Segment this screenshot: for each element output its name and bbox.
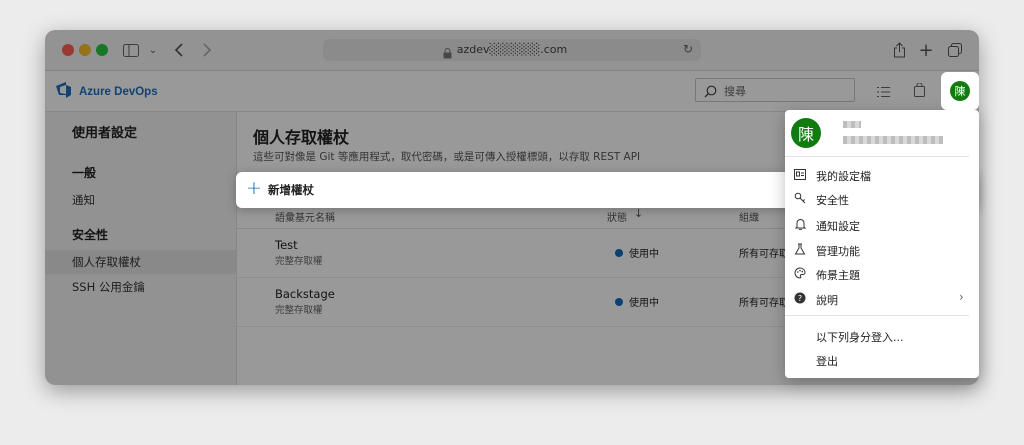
bell-icon — [793, 217, 807, 231]
key-icon — [793, 191, 807, 205]
plus-icon: + — [246, 177, 262, 199]
menu-avatar: 陳 — [791, 118, 821, 148]
menu-divider — [785, 315, 969, 316]
palette-icon — [793, 266, 807, 280]
menu-item-help[interactable]: ? 說明 › — [785, 286, 979, 311]
menu-divider — [785, 156, 969, 157]
chevron-right-icon: › — [959, 290, 964, 304]
menu-item-label: 我的設定檔 — [816, 170, 871, 183]
redacted-user-email — [843, 136, 943, 144]
redacted-user-name — [843, 121, 861, 128]
menu-item-label: 說明 — [816, 294, 838, 307]
menu-item-theme[interactable]: 佈景主題 — [785, 261, 979, 286]
menu-item-profile[interactable]: 我的設定檔 — [785, 162, 979, 187]
user-menu: 陳 我的設定檔 通知設定 管理功能 佈景主題 ? 說明 › 以下列身分登入...… — [785, 110, 979, 378]
menu-item-label: 安全性 — [816, 194, 849, 207]
menu-item-security[interactable]: 安全性 — [785, 187, 979, 210]
profile-card-icon — [793, 167, 807, 181]
menu-item-manage-features[interactable]: 管理功能 — [785, 237, 979, 262]
menu-item-notification-settings[interactable]: 通知設定 — [785, 212, 979, 237]
user-avatar-highlight[interactable]: 陳 — [941, 72, 979, 110]
new-token-label: 新增權杖 — [268, 183, 314, 197]
feature-flask-icon — [793, 242, 807, 256]
help-icon: ? — [793, 291, 807, 305]
user-avatar[interactable]: 陳 — [950, 81, 970, 101]
svg-text:?: ? — [798, 294, 802, 303]
sign-in-as-other-link[interactable]: 以下列身分登入... — [816, 329, 904, 345]
menu-item-label: 通知設定 — [816, 220, 860, 233]
menu-item-label: 管理功能 — [816, 245, 860, 258]
sign-out-link[interactable]: 登出 — [816, 353, 838, 369]
menu-item-label: 佈景主題 — [816, 269, 860, 282]
